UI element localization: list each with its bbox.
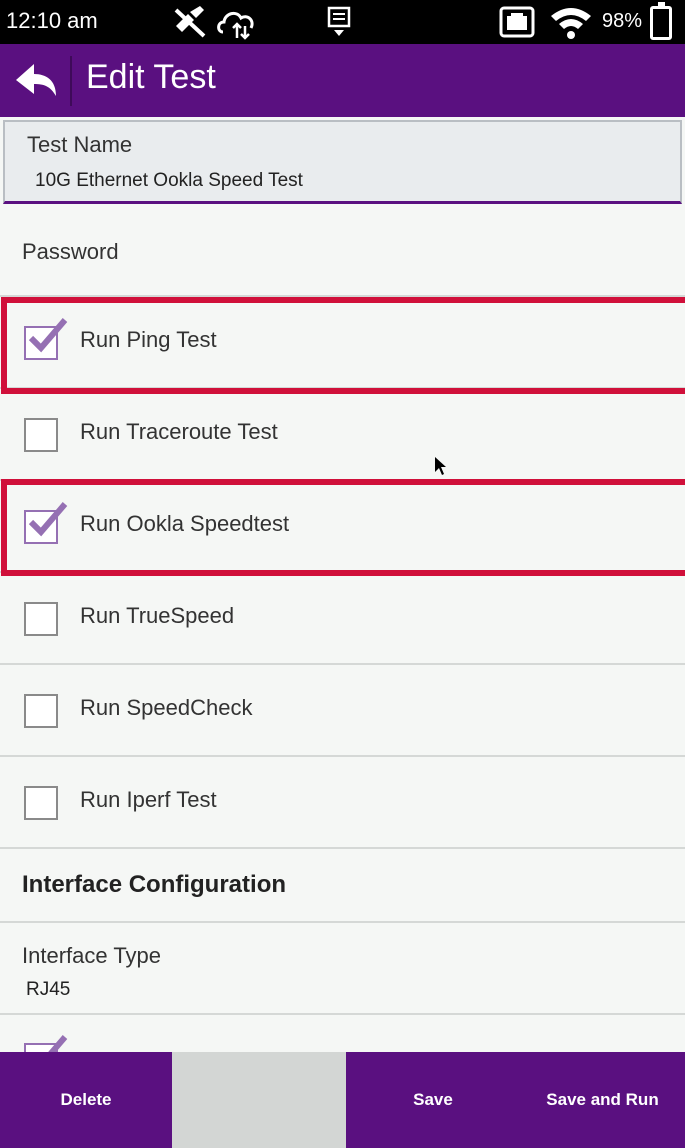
delete-button[interactable]: Delete <box>0 1052 172 1148</box>
section-title: Interface Configuration <box>22 871 287 898</box>
interface-type-field[interactable]: Interface Type RJ45 <box>0 923 685 1015</box>
notification-icon <box>326 2 352 42</box>
wifi-icon <box>548 2 594 42</box>
option-row[interactable]: Run Ookla Speedtest <box>0 481 685 573</box>
bottom-action-bar: Delete Save Save and Run <box>0 1052 685 1148</box>
checkbox-unchecked[interactable] <box>24 418 58 452</box>
option-row[interactable]: Run Traceroute Test <box>0 389 685 481</box>
option-label: Run TrueSpeed <box>80 603 235 628</box>
gps-off-icon <box>170 2 212 42</box>
option-label: Run Traceroute Test <box>80 419 278 444</box>
partial-option-checkbox[interactable] <box>24 1035 68 1052</box>
checkmark-icon <box>28 502 68 537</box>
option-row[interactable]: Run TrueSpeed <box>0 573 685 665</box>
password-label: Password <box>22 239 119 264</box>
option-row[interactable]: Run SpeedCheck <box>0 665 685 757</box>
checkbox-unchecked[interactable] <box>24 602 58 636</box>
option-label: Run Ookla Speedtest <box>80 511 290 536</box>
checkbox-checked[interactable] <box>24 502 68 544</box>
ethernet-icon <box>498 2 536 42</box>
battery-percentage: 98% <box>602 10 643 32</box>
interface-type-label: Interface Type <box>22 943 162 968</box>
partial-option-row[interactable] <box>0 1015 685 1052</box>
option-label: Run SpeedCheck <box>80 695 253 720</box>
status-bar: 12:10 am 98% <box>0 0 685 44</box>
mouse-cursor-icon <box>435 457 446 475</box>
interface-type-value: RJ45 <box>26 979 71 1000</box>
back-arrow-icon <box>16 64 56 96</box>
interface-config-header: Interface Configuration <box>0 849 685 923</box>
password-field[interactable]: Password <box>0 205 685 297</box>
status-time: 12:10 am <box>6 8 98 33</box>
option-row[interactable]: Run Iperf Test <box>0 757 685 849</box>
checkbox-unchecked[interactable] <box>24 694 58 728</box>
save-button[interactable]: Save <box>346 1052 520 1148</box>
test-name-label: Test Name <box>27 132 133 157</box>
checkmark-icon <box>28 318 68 353</box>
battery-icon <box>650 2 672 40</box>
page-title: Edit Test <box>86 58 216 96</box>
app-bar-divider <box>70 56 72 106</box>
option-row[interactable]: Run Ping Test <box>0 297 685 389</box>
checkbox-unchecked[interactable] <box>24 786 58 820</box>
empty-button-slot <box>172 1052 346 1148</box>
back-button[interactable] <box>8 52 64 108</box>
checkbox-checked[interactable] <box>24 318 68 360</box>
test-name-value: 10G Ethernet Ookla Speed Test <box>35 170 303 191</box>
test-name-field[interactable]: Test Name 10G Ethernet Ookla Speed Test <box>3 120 682 204</box>
checkmark-icon <box>48 1035 68 1052</box>
edit-test-form: Test Name 10G Ethernet Ookla Speed Test … <box>0 117 685 1052</box>
option-label: Run Ping Test <box>80 327 217 352</box>
cloud-sync-icon <box>215 2 259 42</box>
save-and-run-button[interactable]: Save and Run <box>520 1052 685 1148</box>
option-label: Run Iperf Test <box>80 787 217 812</box>
app-bar: Edit Test <box>0 44 685 117</box>
